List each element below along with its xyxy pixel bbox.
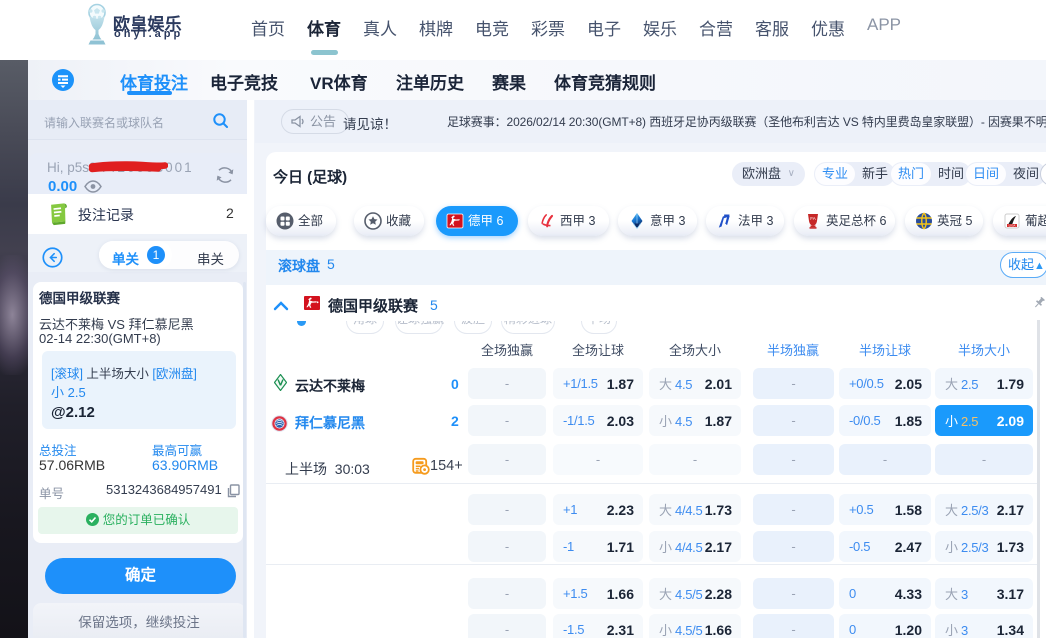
svg-text:FA: FA xyxy=(810,216,816,221)
svg-text:LIGA: LIGA xyxy=(1009,224,1016,228)
